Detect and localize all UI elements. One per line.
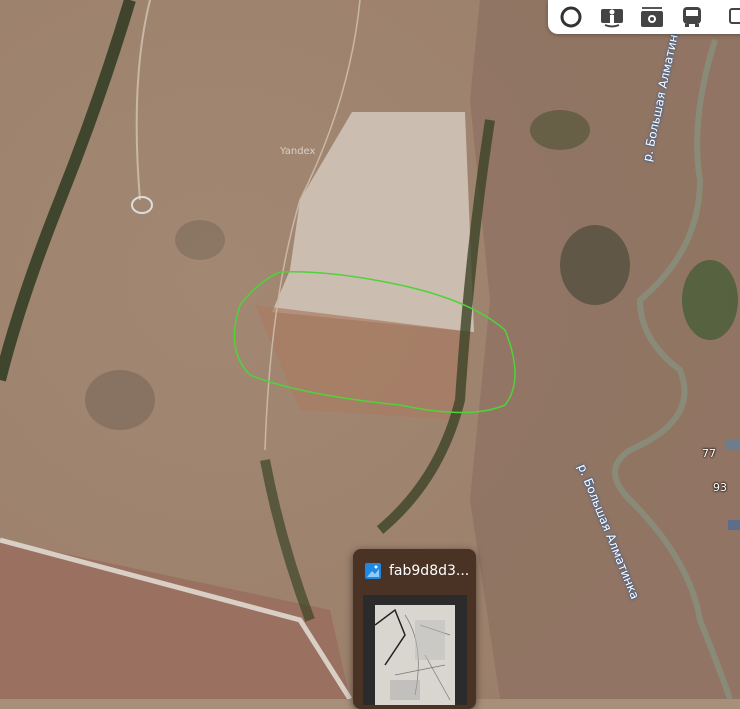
panorama-person-icon[interactable] bbox=[596, 2, 626, 32]
map-layers-toolbar bbox=[548, 0, 740, 34]
taskbar-window-preview[interactable]: fab9d8d3... bbox=[353, 549, 476, 709]
house-number: 77 bbox=[702, 447, 716, 460]
preview-thumbnail bbox=[363, 595, 467, 705]
layers-circle-icon[interactable] bbox=[556, 2, 586, 32]
scanned-map-image bbox=[374, 605, 455, 705]
camera-icon[interactable] bbox=[637, 2, 667, 32]
preview-title: fab9d8d3... bbox=[389, 563, 470, 579]
bus-icon[interactable] bbox=[677, 2, 707, 32]
house-number: 93 bbox=[713, 481, 727, 494]
more-icon[interactable] bbox=[718, 2, 740, 32]
photos-app-icon bbox=[365, 563, 381, 579]
map-watermark: Yandex bbox=[280, 146, 316, 157]
